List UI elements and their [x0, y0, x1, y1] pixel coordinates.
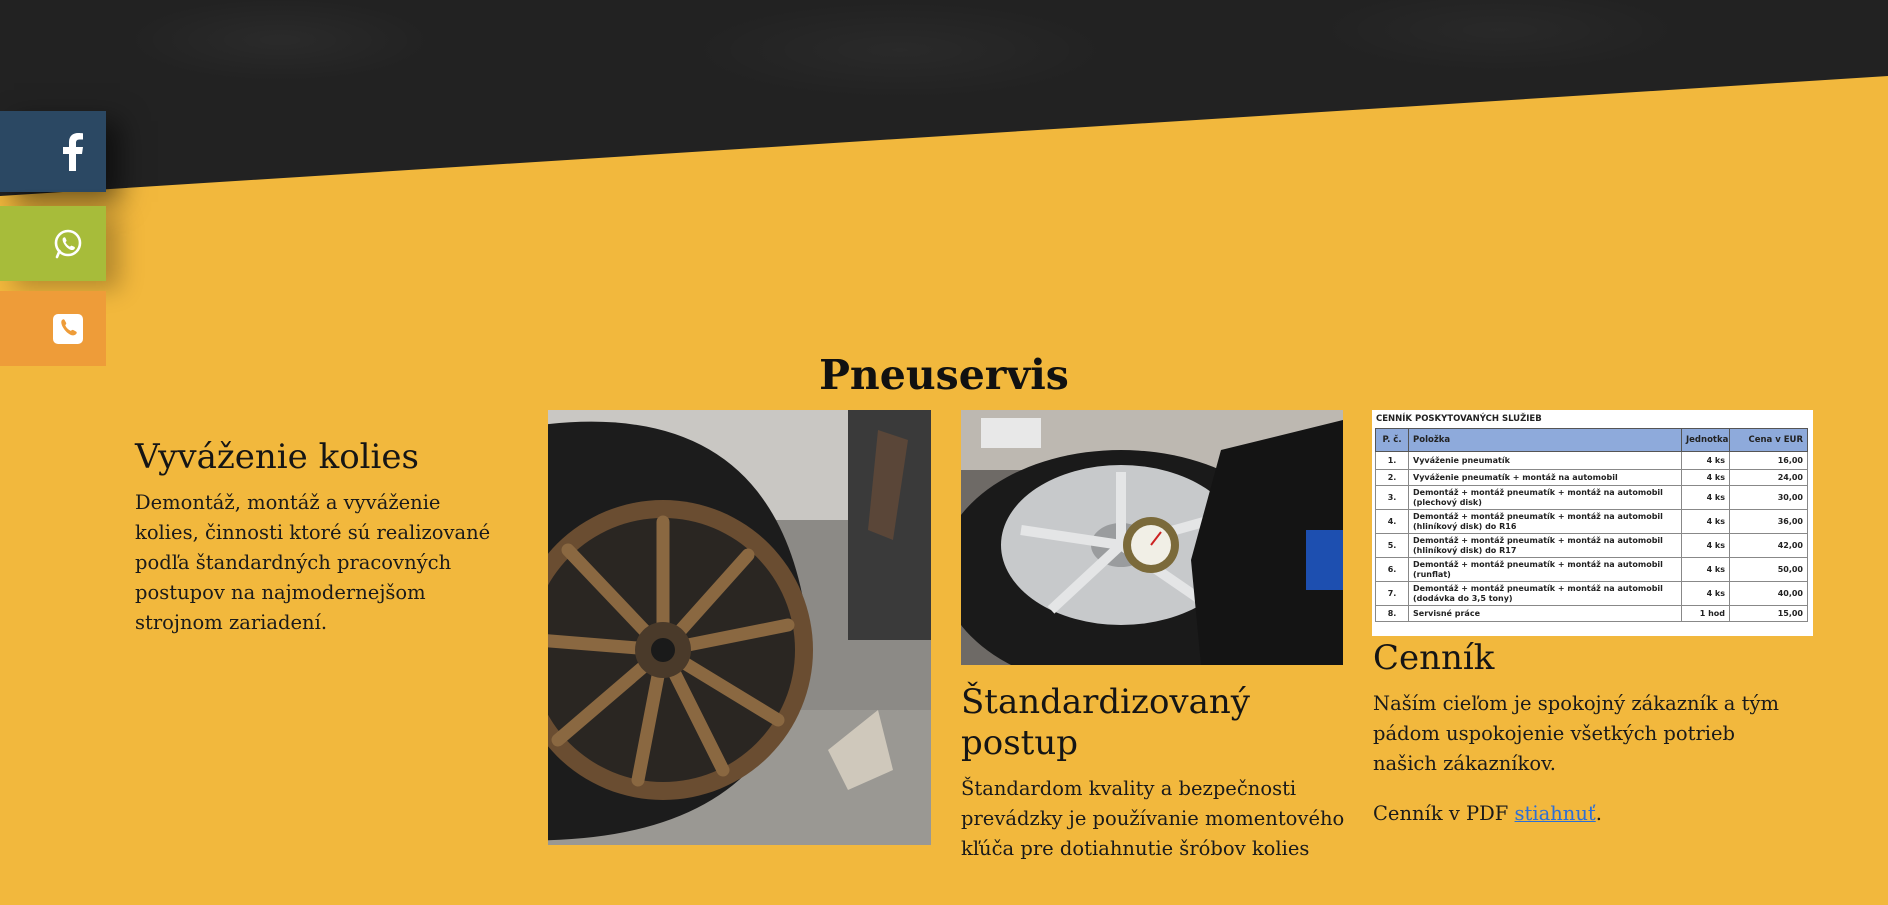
- balancing-text: Demontáž, montáž a vyváženie kolies, čin…: [135, 490, 491, 634]
- column-header: Položka: [1408, 428, 1682, 452]
- row-price: 36,00: [1729, 509, 1808, 534]
- whatsapp-button[interactable]: [0, 206, 106, 281]
- price-row: 4. Demontáž + montáž pneumatík + montáž n…: [1375, 509, 1808, 534]
- price-list-title: CENNÍK POSKYTOVANÝCH SLUŽIEB: [1376, 414, 1542, 424]
- row-item: Servisné práce: [1408, 605, 1682, 622]
- torque-wrench-photo: [961, 410, 1343, 665]
- row-unit: 4 ks: [1681, 485, 1730, 510]
- pricelist-column: Cenník Naším cieľom je spokojný zákazník…: [1373, 638, 1793, 829]
- hero-texture: [0, 0, 1888, 196]
- standardized-heading: Štandardizovaný postup: [961, 682, 1251, 763]
- row-number: 8.: [1375, 605, 1409, 622]
- row-unit: 4 ks: [1681, 557, 1730, 582]
- row-price: 40,00: [1729, 581, 1808, 606]
- row-unit: 4 ks: [1681, 581, 1730, 606]
- column-header: Cena v EUR: [1729, 428, 1808, 452]
- facebook-icon: [62, 132, 84, 171]
- row-item: Demontáž + montáž pneumatík + montáž na …: [1408, 557, 1682, 582]
- row-number: 7.: [1375, 581, 1409, 606]
- price-row: 3. Demontáž + montáž pneumatík + montáž n…: [1375, 485, 1808, 510]
- phone-icon: [52, 313, 84, 345]
- price-row: 7. Demontáž + montáž pneumatík + montáž n…: [1375, 581, 1808, 606]
- row-number: 5.: [1375, 533, 1409, 558]
- row-number: 4.: [1375, 509, 1409, 534]
- row-item: Demontáž + montáž pneumatík + montáž na …: [1408, 533, 1682, 558]
- row-number: 6.: [1375, 557, 1409, 582]
- balancing-column: Vyváženie kolies Demontáž, montáž a vyvá…: [135, 437, 495, 638]
- row-item: Demontáž + montáž pneumatík + montáž na …: [1408, 581, 1682, 606]
- row-unit: 4 ks: [1681, 469, 1730, 486]
- standardized-text: Štandardom kvality a bezpečnosti prevádz…: [961, 776, 1345, 860]
- row-price: 50,00: [1729, 557, 1808, 582]
- row-item: Demontáž + montáž pneumatík + montáž na …: [1408, 485, 1682, 510]
- pdf-prefix: Cenník v PDF: [1373, 801, 1515, 825]
- wheel-balancing-photo: [548, 410, 931, 845]
- hero-banner: [0, 0, 1888, 196]
- row-number: 1.: [1375, 451, 1409, 470]
- row-unit: 4 ks: [1681, 533, 1730, 558]
- price-list-image[interactable]: CENNÍK POSKYTOVANÝCH SLUŽIEB P. č. Polož…: [1372, 410, 1813, 636]
- row-item: Vyváženie pneumatík + montáž na automobi…: [1408, 469, 1682, 486]
- row-unit: 4 ks: [1681, 509, 1730, 534]
- pricelist-text: Naším cieľom je spokojný zákazník a tým …: [1373, 691, 1779, 775]
- facebook-button[interactable]: [0, 111, 106, 192]
- row-price: 16,00: [1729, 451, 1808, 470]
- price-row: 5. Demontáž + montáž pneumatík + montáž n…: [1375, 533, 1808, 558]
- pdf-suffix: .: [1595, 801, 1602, 825]
- whatsapp-icon: [52, 228, 84, 260]
- price-row: 2. Vyváženie pneumatík + montáž na automo…: [1375, 469, 1808, 486]
- row-number: 3.: [1375, 485, 1409, 510]
- pricelist-heading: Cenník: [1373, 638, 1495, 678]
- row-item: Vyváženie pneumatík: [1408, 451, 1682, 470]
- row-price: 24,00: [1729, 469, 1808, 486]
- pricelist-pdf-line: Cenník v PDF stiahnuť.: [1373, 799, 1793, 829]
- section-title: Pneuservis: [819, 351, 1069, 399]
- column-header: Jednotka: [1681, 428, 1730, 452]
- price-list-table: P. č. Položka Jednotka Cena v EUR 1. Vyvá…: [1375, 428, 1808, 622]
- row-number: 2.: [1375, 469, 1409, 486]
- row-unit: 4 ks: [1681, 451, 1730, 470]
- price-row: 8. Servisné práce 1 hod 15,00: [1375, 605, 1808, 622]
- pdf-download-link[interactable]: stiahnuť: [1515, 802, 1596, 825]
- row-price: 42,00: [1729, 533, 1808, 558]
- standardized-column: Štandardizovaný postup Štandardom kvalit…: [961, 682, 1361, 864]
- price-row: 1. Vyváženie pneumatík 4 ks 16,00: [1375, 451, 1808, 470]
- row-item: Demontáž + montáž pneumatík + montáž na …: [1408, 509, 1682, 534]
- row-price: 15,00: [1729, 605, 1808, 622]
- balancing-heading: Vyváženie kolies: [135, 437, 419, 477]
- row-price: 30,00: [1729, 485, 1808, 510]
- column-header: P. č.: [1375, 428, 1409, 452]
- row-unit: 1 hod: [1681, 605, 1730, 622]
- price-row: 6. Demontáž + montáž pneumatík + montáž n…: [1375, 557, 1808, 582]
